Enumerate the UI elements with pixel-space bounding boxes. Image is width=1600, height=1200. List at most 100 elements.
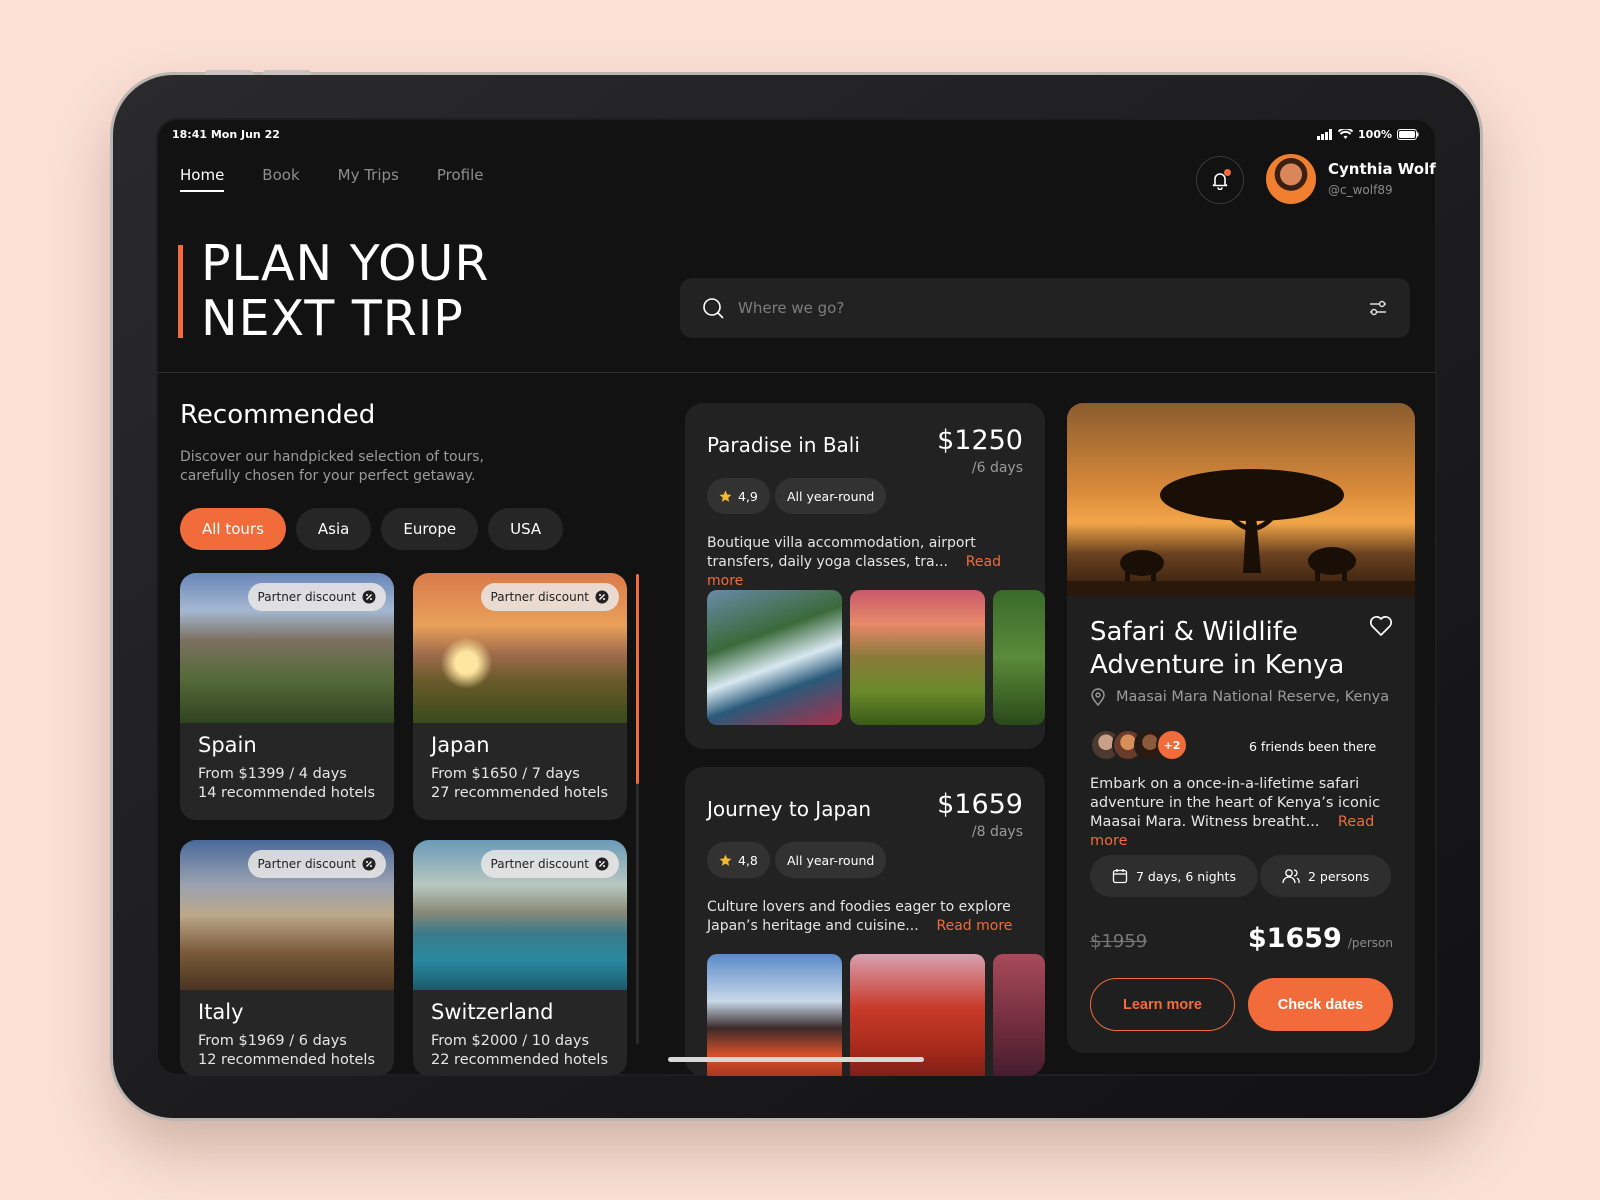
featured-image [1067,403,1415,596]
gallery-image[interactable] [993,954,1045,1076]
region-filter: All tours Asia Europe USA [180,508,564,550]
tour-description: Boutique villa accommodation, airport tr… [707,534,1027,591]
home-indicator[interactable] [668,1057,924,1062]
persons-badge: 2 persons [1260,855,1392,897]
featured-location: Maasai Mara National Reserve, Kenya [1090,688,1389,706]
destination-card-japan[interactable]: Partner discount Japan From $1650 / 7 da… [413,573,627,820]
rating-value: 4,9 [738,488,758,504]
learn-more-button[interactable]: Learn more [1090,978,1235,1031]
destination-image: Partner discount [413,573,627,723]
partner-discount-badge: Partner discount [247,850,386,878]
user-name: Cynthia Wolf [1328,160,1436,178]
chip-all-tours[interactable]: All tours [180,508,286,550]
persons-text: 2 persons [1308,868,1370,884]
destination-name: Italy [198,1000,244,1024]
header-divider [156,372,1437,373]
featured-price: $1659/person [1248,923,1393,954]
scrollbar-thumb[interactable] [636,574,639,784]
destination-card-italy[interactable]: Partner discount Italy From $1969 / 6 da… [180,840,394,1076]
destination-price: From $2000 / 10 days [431,1033,590,1049]
chip-usa[interactable]: USA [488,508,564,550]
friends-label: 6 friends been there [1249,739,1377,754]
tablet-frame: 18:41 Mon Jun 22 100% Home Book My Trips… [113,70,1480,1118]
destination-image: Partner discount [180,840,394,990]
badge-label: Partner discount [257,857,356,871]
destination-image: Partner discount [413,840,627,990]
heart-icon[interactable] [1369,615,1393,637]
nav-my-trips[interactable]: My Trips [338,166,399,192]
search-icon [703,298,724,319]
users-icon [1282,869,1300,884]
duration-badge: 7 days, 6 nights [1090,855,1258,897]
search-input[interactable] [738,299,1368,317]
avatar[interactable] [1266,154,1316,204]
rating-badge: 4,8 [707,842,770,878]
location-pin-icon [1091,688,1105,706]
tour-name: Paradise in Bali [707,433,860,457]
featured-description-text: Embark on a once-in-a-lifetime safari ad… [1090,776,1381,830]
season-badge: All year-round [775,478,887,514]
price-value: $1659 [1247,923,1342,954]
search-bar [680,278,1410,338]
destination-name: Japan [431,733,490,757]
duration-text: 7 days, 6 nights [1136,868,1236,884]
chip-asia[interactable]: Asia [295,508,372,550]
wifi-icon [1338,129,1354,139]
rating-badge: 4,9 [707,478,770,514]
chip-europe[interactable]: Europe [381,508,479,550]
featured-description: Embark on a once-in-a-lifetime safari ad… [1090,775,1400,851]
destination-name: Spain [198,733,257,757]
filter-icon[interactable] [1368,298,1388,318]
discount-icon [362,857,376,871]
partner-discount-badge: Partner discount [247,583,386,611]
destination-hotels: 22 recommended hotels [431,1052,609,1068]
discount-icon [362,590,376,604]
tour-price: $1250 [937,425,1023,456]
read-more-link[interactable]: Read more [936,918,1012,934]
featured-title: Safari & Wildlife Adventure in Kenya [1090,617,1345,680]
discount-icon [595,590,609,604]
tour-name: Journey to Japan [707,797,872,821]
check-dates-button[interactable]: Check dates [1248,978,1393,1031]
partner-discount-badge: Partner discount [480,583,619,611]
destination-price: From $1969 / 6 days [198,1033,347,1049]
battery-icon [1397,129,1419,140]
status-time: 18:41 Mon Jun 22 [172,128,280,141]
app-screen: 18:41 Mon Jun 22 100% Home Book My Trips… [156,118,1437,1076]
recommended-title: Recommended [180,400,376,430]
gallery-image[interactable] [993,590,1045,725]
battery-percent: 100% [1358,128,1392,141]
nav-home[interactable]: Home [180,166,225,192]
season-badge: All year-round [775,842,887,878]
recommended-description: Discover our handpicked selection of tou… [180,449,484,484]
tour-description-text: Boutique villa accommodation, airport tr… [707,535,976,570]
signal-icon [1317,129,1333,140]
volume-button [263,70,311,75]
friends-more-count: +2 [1156,729,1188,761]
destination-card-switzerland[interactable]: Partner discount Switzerland From $2000 … [413,840,627,1076]
featured-tour-card[interactable]: Safari & Wildlife Adventure in Kenya Maa… [1067,403,1415,1053]
destination-price: From $1650 / 7 days [431,766,580,782]
main-nav: Home Book My Trips Profile [180,166,484,192]
user-handle: @c_wolf89 [1328,183,1393,197]
friends-avatars[interactable]: +2 [1090,729,1188,761]
location-text: Maasai Mara National Reserve, Kenya [1116,689,1390,705]
star-icon [719,854,732,866]
hero-accent-bar [178,245,183,338]
badge-label: Partner discount [490,590,589,604]
destination-card-spain[interactable]: Partner discount Spain From $1399 / 4 da… [180,573,394,820]
volume-button [205,70,253,75]
tour-duration: /6 days [971,460,1023,476]
destination-hotels: 27 recommended hotels [431,785,609,801]
gallery-image[interactable] [850,590,985,725]
old-price: $1959 [1090,931,1148,952]
nav-book[interactable]: Book [262,166,299,192]
recommended-scrollbar[interactable] [636,574,639,1044]
gallery-image[interactable] [707,590,842,725]
price-unit: /person [1347,936,1393,950]
tour-card-japan[interactable]: Journey to Japan $1659 /8 days 4,8 All y… [685,767,1045,1076]
status-bar: 18:41 Mon Jun 22 100% [172,128,1419,146]
nav-profile[interactable]: Profile [437,166,484,192]
notifications-button[interactable] [1196,156,1244,204]
tour-card-bali[interactable]: Paradise in Bali $1250 /6 days 4,9 All y… [685,403,1045,749]
